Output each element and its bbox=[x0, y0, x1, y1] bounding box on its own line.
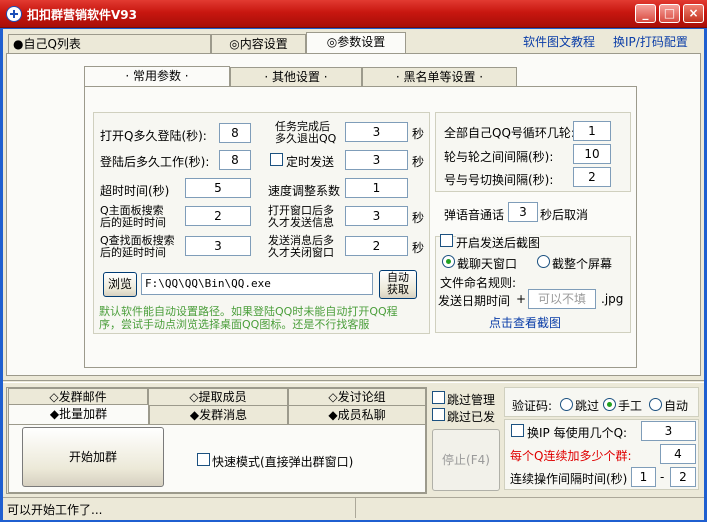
auto-get-label-2: 获取 bbox=[387, 283, 409, 296]
tab-batch-join-groups[interactable]: ◆批量加群 bbox=[8, 404, 149, 425]
voice-suffix: 秒后取消 bbox=[540, 208, 589, 222]
radio-full-screen[interactable] bbox=[537, 255, 550, 268]
round-interval-label: 轮与轮之间间隔(秒): bbox=[444, 150, 554, 164]
switch-interval-label: 号与号切换间隔(秒): bbox=[444, 173, 554, 187]
hint-line-2: 序，尝试手动点浏览选择桌面QQ图标。还是不行找客服 bbox=[99, 318, 370, 331]
continuous-interval-label: 连续操作间隔时间(秒) bbox=[510, 472, 628, 486]
rounds-label: 全部自己QQ号循环几轮: bbox=[444, 126, 575, 140]
tab-content-settings[interactable]: ◎内容设置 bbox=[211, 34, 306, 54]
find-search-delay-input[interactable]: 3 bbox=[185, 236, 251, 256]
open-login-label: 打开Q多久登陆(秒): bbox=[100, 129, 207, 143]
captcha-skip-radio[interactable] bbox=[560, 398, 573, 411]
after-send-input[interactable]: 2 bbox=[345, 236, 408, 256]
skip-admin-label: 跳过管理 bbox=[447, 393, 496, 407]
tab-extract-members[interactable]: ◇提取成员 bbox=[148, 388, 288, 406]
tab-self-q-list[interactable]: ●自己Q列表 bbox=[8, 34, 211, 54]
voice-input[interactable]: 3 bbox=[508, 202, 538, 222]
stop-button[interactable]: 停止(F4) bbox=[432, 429, 500, 491]
task-done-unit: 秒 bbox=[412, 127, 425, 141]
radio-chat-window[interactable] bbox=[442, 255, 455, 268]
tutorial-link[interactable]: 软件图文教程 bbox=[523, 33, 595, 50]
file-ext-label: .jpg bbox=[601, 292, 624, 306]
skip-sent-label: 跳过已发 bbox=[447, 410, 496, 424]
change-ip-label: 换IP 每使用几个Q: bbox=[527, 426, 628, 440]
skip-sent-checkbox[interactable] bbox=[432, 408, 445, 421]
tab-send-group-message[interactable]: ◆发群消息 bbox=[149, 405, 288, 425]
enable-screenshot-label: 开启发送后截图 bbox=[456, 234, 541, 251]
timeout-label: 超时时间(秒) bbox=[100, 184, 170, 198]
find-search-label-2: 后的延时时间 bbox=[100, 246, 166, 259]
open-window-label-2: 久才发送信息 bbox=[268, 216, 334, 229]
qq-path-input[interactable]: F:\QQ\QQ\Bin\QQ.exe bbox=[141, 273, 373, 295]
date-time-label: 发送日期时间 bbox=[438, 294, 511, 308]
captcha-auto-label: 自动 bbox=[664, 399, 689, 413]
open-login-input[interactable]: 8 bbox=[219, 123, 251, 143]
continuous-from-input[interactable]: 1 bbox=[631, 467, 656, 487]
speed-input[interactable]: 1 bbox=[345, 178, 408, 198]
skip-admin-checkbox[interactable] bbox=[432, 391, 445, 404]
radio-chat-window-label: 截聊天窗口 bbox=[457, 257, 518, 271]
maximize-button[interactable]: □ bbox=[659, 4, 680, 23]
filename-suffix-input[interactable]: 可以不填 bbox=[528, 289, 596, 309]
close-button[interactable]: × bbox=[683, 4, 704, 23]
tab-member-private-chat[interactable]: ◆成员私聊 bbox=[288, 405, 426, 425]
change-ip-input[interactable]: 3 bbox=[641, 421, 696, 441]
timed-send-input[interactable]: 3 bbox=[345, 150, 408, 170]
timed-send-unit: 秒 bbox=[412, 155, 425, 169]
timed-send-label: 定时发送 bbox=[286, 155, 335, 169]
round-interval-input[interactable]: 10 bbox=[573, 144, 611, 164]
task-done-label-2: 多久退出QQ bbox=[275, 132, 337, 145]
minimize-button[interactable]: _ bbox=[635, 4, 656, 23]
main-search-label-2: 后的延时时间 bbox=[100, 216, 166, 229]
work-delay-label: 登陆后多久工作(秒): bbox=[100, 155, 210, 169]
title-bar[interactable]: 扣扣群营销软件V93 _ □ × bbox=[0, 0, 707, 28]
per-q-input[interactable]: 4 bbox=[660, 444, 696, 464]
naming-rule-label: 文件命名规则: bbox=[440, 276, 517, 290]
timeout-input[interactable]: 5 bbox=[185, 178, 251, 198]
captcha-skip-label: 跳过 bbox=[575, 399, 600, 413]
status-text: 可以开始工作了... bbox=[3, 498, 356, 518]
view-screenshot-link[interactable]: 点击查看截图 bbox=[489, 314, 561, 331]
timed-send-checkbox[interactable] bbox=[270, 153, 283, 166]
auto-get-path-button[interactable]: 自动 获取 bbox=[379, 270, 417, 299]
tab-param-settings[interactable]: ◎参数设置 bbox=[306, 32, 406, 54]
fast-mode-checkbox[interactable] bbox=[197, 453, 210, 466]
enable-screenshot-checkbox[interactable] bbox=[440, 234, 453, 247]
captcha-auto-radio[interactable] bbox=[649, 398, 662, 411]
tab-blacklist-settings[interactable]: · 黑名单等设置 · bbox=[362, 67, 517, 87]
task-done-input[interactable]: 3 bbox=[345, 122, 408, 142]
voice-label: 弹语音通话 bbox=[444, 208, 505, 222]
start-join-button[interactable]: 开始加群 bbox=[22, 427, 164, 487]
continuous-dash: - bbox=[660, 470, 665, 484]
continuous-to-input[interactable]: 2 bbox=[670, 467, 696, 487]
tab-other-settings[interactable]: · 其他设置 · bbox=[230, 67, 362, 87]
hint-line-1: 默认软件能自动设置路径。如果登陆QQ时未能自动打开QQ程 bbox=[99, 305, 398, 318]
app-plus-icon bbox=[6, 6, 22, 22]
per-q-label: 每个Q连续加多少个群: bbox=[510, 449, 632, 463]
browse-button[interactable]: 浏览 bbox=[103, 272, 137, 297]
main-search-delay-input[interactable]: 2 bbox=[185, 206, 251, 226]
work-delay-input[interactable]: 8 bbox=[219, 150, 251, 170]
tab-send-discussion[interactable]: ◇发讨论组 bbox=[288, 388, 426, 406]
radio-full-screen-label: 截整个屏幕 bbox=[552, 257, 613, 271]
after-send-label-2: 久才关闭窗口 bbox=[268, 246, 334, 259]
captcha-manual-label: 手工 bbox=[618, 399, 643, 413]
speed-label: 速度调整系数 bbox=[268, 184, 341, 198]
captcha-label: 验证码: bbox=[512, 399, 553, 413]
open-window-input[interactable]: 3 bbox=[345, 206, 408, 226]
plus-label: + bbox=[516, 292, 527, 306]
switch-interval-input[interactable]: 2 bbox=[573, 167, 611, 187]
change-ip-link[interactable]: 换IP/打码配置 bbox=[613, 33, 688, 50]
captcha-manual-radio[interactable] bbox=[603, 398, 616, 411]
change-ip-checkbox[interactable] bbox=[511, 424, 524, 437]
open-window-unit: 秒 bbox=[412, 211, 425, 225]
window-title: 扣扣群营销软件V93 bbox=[27, 8, 137, 22]
divider bbox=[3, 380, 704, 383]
tab-common-params[interactable]: · 常用参数 · bbox=[84, 66, 230, 88]
after-send-unit: 秒 bbox=[412, 241, 425, 255]
fast-mode-label: 快速模式(直接弹出群窗口) bbox=[212, 455, 354, 469]
rounds-input[interactable]: 1 bbox=[573, 121, 611, 141]
